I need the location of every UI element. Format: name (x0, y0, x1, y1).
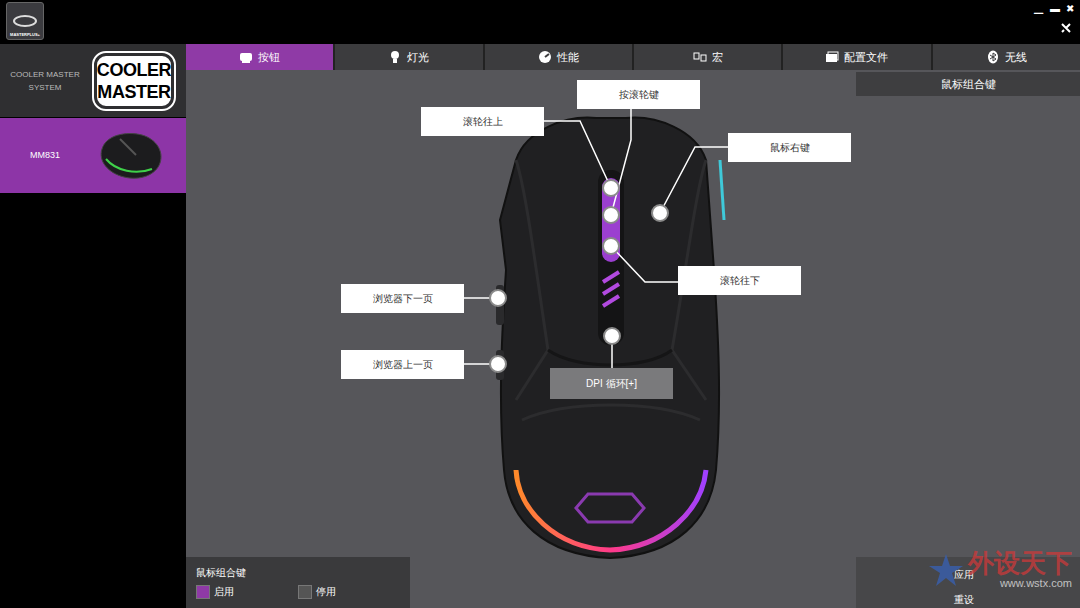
callout-label: 滚轮往上 (463, 114, 503, 129)
callout-label: 滚轮往下 (720, 273, 760, 288)
watermark: 外设天下www.wstx.com (928, 549, 1072, 590)
callout-label: DPI 循环[+] (586, 376, 637, 391)
callout-label: 鼠标右键 (770, 140, 810, 155)
button-callout[interactable]: 滚轮往下 (678, 266, 801, 295)
device-name: MM831 (30, 149, 60, 163)
tab[interactable]: 配置文件 (783, 44, 930, 70)
star-icon (928, 552, 964, 588)
watermark-title: 外设天下 (968, 549, 1072, 577)
main-area: 按钮 灯光 性能 宏 配置文件 无线滚轮往上 按滚轮键鼠标右键滚轮往下浏览器下一页浏览器上一… (186, 44, 1080, 608)
tab-label: 宏 (712, 49, 723, 66)
button-callout[interactable]: DPI 循环[+] (550, 368, 673, 399)
tab-label: 无线 (1005, 49, 1027, 66)
minimize-button[interactable]: ▁ (1034, 2, 1044, 16)
app-logo-icon (13, 15, 37, 27)
combo-option[interactable]: 启用 (196, 584, 298, 599)
macro-icon (693, 50, 707, 64)
profile-icon (825, 50, 839, 64)
window-controls-row: ▁ ▬ ✖ (1034, 2, 1074, 16)
panel-header: 鼠标组合键 (856, 72, 1080, 96)
panel-body (856, 96, 1080, 557)
button-callout[interactable]: 滚轮往上 (421, 107, 544, 136)
option-box[interactable] (298, 585, 312, 599)
button-callout[interactable]: 按滚轮键 (577, 80, 700, 109)
button-callout[interactable]: 鼠标右键 (728, 133, 851, 162)
callout-label: 浏览器上一页 (373, 357, 433, 372)
bluetooth-icon (986, 50, 1000, 64)
tab-bar: 按钮 灯光 性能 宏 配置文件 无线 (186, 44, 1080, 70)
button-callout[interactable]: 浏览器上一页 (341, 350, 464, 379)
close-button[interactable]: ✖ (1066, 2, 1074, 16)
callout-label: 按滚轮键 (619, 87, 659, 102)
system-label: COOLER MASTER SYSTEM (10, 68, 80, 94)
tab[interactable]: 宏 (634, 44, 781, 70)
panel-buttons: 应用重设 (856, 557, 1080, 608)
system-item[interactable]: COOLER MASTER SYSTEM COOLERMASTER (0, 44, 186, 117)
mouse-icon (96, 129, 166, 183)
option-label: 启用 (214, 584, 234, 599)
bulb-icon (388, 50, 402, 64)
tab[interactable]: 灯光 (335, 44, 482, 70)
app-logo: MASTERPLUS+ (6, 2, 44, 40)
watermark-text: 外设天下www.wstx.com (968, 549, 1072, 590)
brand-line: MASTER (97, 81, 170, 103)
brand-line: COOLER (97, 59, 171, 81)
content: 滚轮往上 按滚轮键鼠标右键滚轮往下浏览器下一页浏览器上一页 DPI 循环[+] 鼠标组… (186, 70, 1080, 608)
mouse-canvas: 滚轮往上 按滚轮键鼠标右键滚轮往下浏览器下一页浏览器上一页 DPI 循环[+] 鼠标组… (186, 70, 856, 608)
tab-label: 配置文件 (844, 49, 888, 66)
right-panel: 鼠标组合键应用重设 (856, 70, 1080, 608)
combo-panel: 鼠标组合键启用 停用 (186, 557, 410, 608)
watermark-url: www.wstx.com (1000, 577, 1072, 590)
sidebar: COOLER MASTER SYSTEM COOLERMASTER MM831 (0, 44, 186, 608)
gauge-icon (538, 50, 552, 64)
tab-label: 性能 (557, 49, 579, 66)
pin-icon[interactable] (1060, 22, 1072, 34)
option-label: 停用 (316, 584, 336, 599)
combo-option[interactable]: 停用 (298, 584, 400, 599)
tab[interactable]: 按钮 (186, 44, 333, 70)
maximize-button[interactable]: ▬ (1050, 2, 1060, 16)
callout-label: 浏览器下一页 (373, 291, 433, 306)
tab-label: 灯光 (407, 49, 429, 66)
app-body: COOLER MASTER SYSTEM COOLERMASTER MM831 按钮 灯… (0, 44, 1080, 608)
tab-label: 按钮 (258, 49, 280, 66)
button-icon (239, 50, 253, 64)
device-item[interactable]: MM831 (0, 118, 186, 193)
option-box[interactable] (196, 585, 210, 599)
combo-title: 鼠标组合键 (196, 566, 400, 580)
combo-options: 启用 停用 (196, 584, 400, 599)
tab[interactable]: 无线 (933, 44, 1080, 70)
button-callout[interactable]: 浏览器下一页 (341, 284, 464, 313)
tab[interactable]: 性能 (485, 44, 632, 70)
apply-button[interactable]: 应用 (856, 557, 1080, 583)
title-bar: MASTERPLUS+ ▁ ▬ ✖ (0, 0, 1080, 44)
reset-button[interactable]: 重设 (856, 583, 1080, 608)
app-logo-text: MASTERPLUS+ (10, 32, 40, 37)
brand-logo: COOLERMASTER (94, 53, 174, 109)
window-controls: ▁ ▬ ✖ (1034, 0, 1080, 34)
